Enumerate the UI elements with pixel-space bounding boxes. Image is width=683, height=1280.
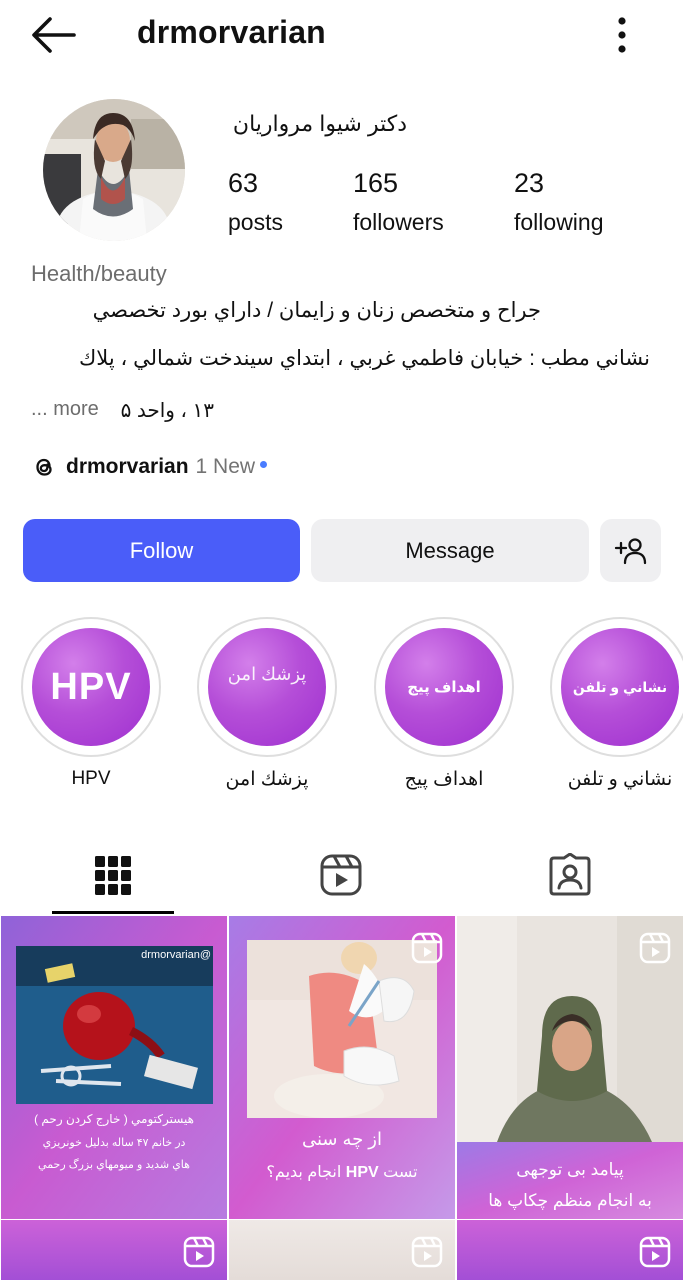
- highlight-cover-text: اهداف پيج: [407, 679, 481, 696]
- post-caption-line: به انجام منظم چکاپ ها: [488, 1191, 652, 1210]
- followers-label[interactable]: followers: [353, 209, 444, 236]
- following-label[interactable]: following: [514, 209, 604, 236]
- threads-handle: drmorvarian: [66, 455, 189, 478]
- profile-category: Health/beauty: [31, 261, 167, 286]
- highlight-ring: HPV: [21, 617, 161, 757]
- threads-link[interactable]: drmorvarian 1 New: [31, 452, 268, 482]
- highlight-cover: HPV: [32, 628, 150, 746]
- post-caption-part: انجام بدیم؟: [266, 1164, 342, 1181]
- post-thumbnail[interactable]: [457, 1220, 683, 1280]
- post-thumbnail[interactable]: [1, 1220, 227, 1280]
- post-thumbnail[interactable]: از چه سنی تست HPV انجام بدیم؟: [229, 916, 455, 1219]
- post-caption-line: هاي شديد و ميومهاي بزرگ رحمي: [38, 1159, 190, 1171]
- post-caption-bold: HPV: [345, 1164, 379, 1181]
- tab-tagged[interactable]: [509, 835, 631, 915]
- followers-count[interactable]: 165: [353, 168, 398, 199]
- reel-badge-icon: [183, 1236, 215, 1268]
- avatar-photo: [43, 99, 185, 241]
- suggested-users-button[interactable]: [600, 519, 661, 582]
- tab-reels[interactable]: [280, 835, 402, 915]
- profile-full-name: دکتر شیوا مرواریان: [232, 111, 407, 136]
- message-button[interactable]: Message: [311, 519, 589, 582]
- highlight-safe-doctor[interactable]: پزشك امن پزشك امن: [197, 617, 337, 791]
- highlight-hpv[interactable]: HPV HPV: [21, 617, 161, 790]
- post-caption-line: پیامد بی توجهی: [516, 1160, 624, 1179]
- post-caption-title: هيستركتومي ( خارج كردن رحم ): [34, 1112, 194, 1126]
- highlight-ring: نشاني و تلفن: [550, 617, 683, 757]
- highlight-label: اهداف پيج: [404, 769, 484, 790]
- top-bar: drmorvarian: [0, 0, 683, 70]
- threads-new-count: 1 New: [195, 455, 256, 478]
- reels-icon: [320, 854, 362, 896]
- post-caption-title: از چه سنی: [302, 1129, 382, 1149]
- post-thumbnail[interactable]: پیامد بی توجهی به انجام منظم چکاپ ها: [457, 916, 683, 1219]
- bio-line: نشاني مطب : خيابان فاطمي غربي ، ابتداي س…: [78, 347, 650, 370]
- reel-badge-icon: [639, 932, 671, 964]
- more-vertical-icon: [618, 17, 626, 53]
- threads-unread-dot: [260, 460, 268, 468]
- reel-badge-icon: [411, 932, 443, 964]
- highlight-address-phone[interactable]: نشاني و تلفن نشاني و تلفن: [550, 617, 683, 791]
- following-count[interactable]: 23: [514, 168, 544, 199]
- grid-icon: [95, 856, 131, 895]
- posts-count: 63: [228, 168, 259, 198]
- profile-avatar[interactable]: [43, 99, 185, 241]
- tagged-icon: [549, 853, 591, 896]
- highlight-cover: اهداف پيج: [385, 628, 503, 746]
- bio-line: ۱۳ ، واحد ۵: [120, 400, 214, 422]
- reel-badge-icon: [639, 1236, 671, 1268]
- back-button[interactable]: [28, 14, 78, 56]
- tab-posts-grid[interactable]: [52, 835, 174, 915]
- post-image: [1, 916, 227, 1219]
- add-user-icon: [614, 537, 646, 564]
- profile-username-title: drmorvarian: [137, 14, 326, 50]
- reel-badge-icon: [411, 1236, 443, 1268]
- posts-label: posts: [228, 209, 283, 235]
- follow-button[interactable]: Follow: [23, 519, 300, 582]
- back-arrow-icon: [32, 17, 76, 53]
- post-caption-line: در خانم ۴۷ ساله بدليل خونريزي: [42, 1137, 186, 1149]
- bio-line: جراح و متخصص زنان و زايمان / داراي بورد …: [92, 299, 541, 322]
- highlight-cover: پزشك امن: [208, 628, 326, 746]
- highlight-page-goals[interactable]: اهداف پيج اهداف پيج: [374, 617, 514, 791]
- highlight-cover-text: پزشك امن: [227, 664, 307, 684]
- post-thumbnail[interactable]: [229, 1220, 455, 1280]
- post-thumbnail[interactable]: @drmorvarian هيستركتومي ( خارج كردن رحم …: [1, 916, 227, 1219]
- highlight-label: نشاني و تلفن: [567, 769, 673, 790]
- highlight-label: پزشك امن: [225, 769, 309, 790]
- highlight-cover-text: نشاني و تلفن: [572, 678, 668, 695]
- bio-more-link[interactable]: ... more: [31, 398, 99, 421]
- highlight-cover-text: HPV: [50, 665, 132, 708]
- post-caption-part: تست: [383, 1164, 418, 1181]
- highlight-label: HPV: [71, 768, 111, 789]
- threads-icon: [36, 458, 52, 476]
- highlight-ring: اهداف پيج: [374, 617, 514, 757]
- post-caption-line: تست HPV انجام بدیم؟: [229, 1162, 455, 1182]
- highlight-ring: پزشك امن: [197, 617, 337, 757]
- highlight-cover: نشاني و تلفن: [561, 628, 679, 746]
- more-options-button[interactable]: [606, 12, 638, 58]
- post-watermark: @drmorvarian: [141, 949, 211, 961]
- active-tab-indicator: [52, 911, 174, 914]
